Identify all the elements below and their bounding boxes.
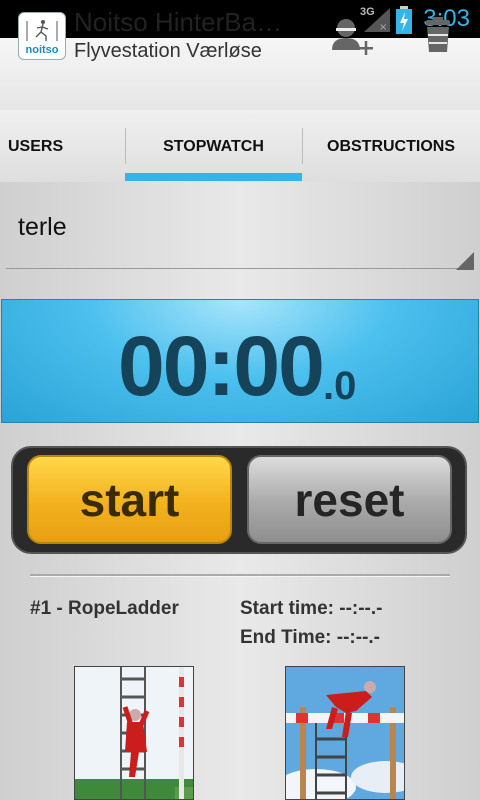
user-spinner-value[interactable]: terle	[18, 213, 67, 242]
timer-fraction: .0	[323, 364, 357, 408]
timer-main: 00:00	[118, 319, 325, 413]
app-logo: noitso	[18, 12, 66, 60]
runner-icon	[26, 20, 58, 41]
tab-users[interactable]: USERS	[0, 110, 125, 182]
battery-icon	[396, 6, 412, 34]
start-time: Start time: --:--.-	[240, 598, 383, 619]
tab-selected-indicator	[125, 173, 302, 181]
app-title: Noitso HinterBa…	[74, 7, 283, 37]
obstruction-photo-1	[74, 666, 194, 800]
rope-ladder-climb-image	[75, 667, 193, 799]
dropdown-arrow-icon[interactable]	[456, 252, 474, 270]
spinner-underline	[6, 268, 474, 269]
reset-button[interactable]: reset	[247, 455, 452, 544]
app-subtitle: Flyvestation Værløse	[74, 40, 262, 62]
tab-stopwatch[interactable]: STOPWATCH	[125, 110, 302, 182]
rope-ladder-top-image	[286, 667, 404, 799]
end-time: End Time: --:--.-	[240, 627, 381, 648]
start-button[interactable]: start	[27, 455, 232, 544]
obstruction-photo-2	[285, 666, 405, 800]
add-user-button[interactable]	[328, 16, 376, 60]
delete-button[interactable]	[418, 16, 458, 60]
tab-obstructions[interactable]: OBSTRUCTIONS	[302, 110, 480, 182]
logo-text: noitso	[25, 44, 59, 56]
svg-text:×: ×	[379, 22, 387, 32]
add-user-icon	[332, 19, 373, 55]
obstruction-name: #1 - RopeLadder	[30, 598, 179, 619]
divider	[30, 574, 450, 577]
trash-icon	[426, 17, 450, 52]
